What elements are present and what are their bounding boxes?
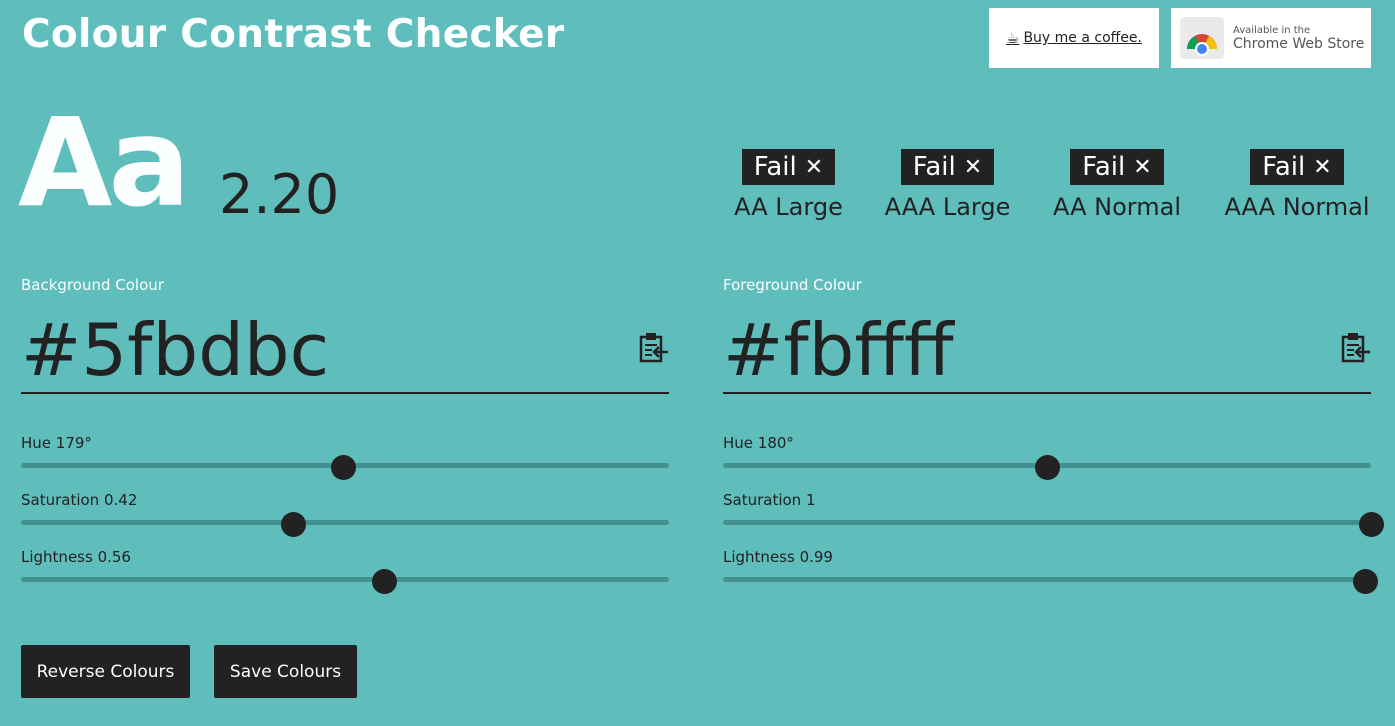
badge-aa-large: Fail ✕ AA Large — [734, 149, 843, 221]
contrast-ratio: 2.20 — [219, 163, 340, 226]
slider-label: Saturation 1 — [723, 491, 816, 509]
badge-label: AAA Normal — [1224, 193, 1370, 221]
close-icon: ✕ — [804, 154, 824, 180]
status-badge: Fail ✕ — [1070, 149, 1164, 185]
slider-label: Lightness 0.99 — [723, 548, 833, 566]
background-hex-input[interactable] — [21, 308, 581, 392]
foreground-label: Foreground Colour — [723, 276, 862, 294]
clipboard-paste-icon[interactable] — [639, 332, 669, 364]
slider-thumb[interactable] — [331, 455, 357, 480]
foreground-hue-slider[interactable]: Hue 180° — [723, 434, 1371, 491]
page-title: Colour Contrast Checker — [22, 12, 565, 57]
slider-label: Hue 179° — [21, 434, 92, 452]
close-icon: ✕ — [1133, 154, 1152, 180]
reverse-colours-button[interactable]: Reverse Colours — [21, 645, 190, 698]
chrome-web-store-badge[interactable]: Available in the Chrome Web Store — [1171, 8, 1371, 68]
status-text: Fail — [1262, 152, 1306, 182]
slider-label: Hue 180° — [723, 434, 794, 452]
clipboard-paste-icon[interactable] — [1341, 332, 1371, 364]
foreground-hex-input[interactable] — [723, 308, 1283, 392]
badge-label: AAA Large — [884, 193, 1011, 221]
status-badge: Fail ✕ — [900, 149, 995, 185]
status-text: Fail — [753, 152, 797, 182]
status-text: Fail — [1082, 152, 1126, 182]
chrome-small-text: Available in the — [1233, 24, 1311, 36]
chrome-big-text: Chrome Web Store — [1233, 35, 1365, 52]
status-text: Fail — [912, 152, 956, 182]
background-label: Background Colour — [21, 276, 164, 294]
background-saturation-slider[interactable]: Saturation 0.42 — [21, 491, 669, 548]
foreground-panel: Foreground Colour Hue 180° Saturation 1 … — [723, 276, 1384, 605]
background-lightness-slider[interactable]: Lightness 0.56 — [21, 548, 669, 605]
foreground-hex-row — [723, 308, 1371, 394]
badge-label: AA Large — [734, 193, 843, 221]
status-badge: Fail ✕ — [1250, 149, 1344, 185]
status-badge: Fail ✕ — [741, 149, 836, 185]
chrome-logo-icon — [1180, 17, 1224, 59]
slider-track[interactable] — [21, 520, 669, 525]
badge-aa-normal: Fail ✕ AA Normal — [1053, 149, 1181, 221]
slider-thumb[interactable] — [1352, 569, 1378, 594]
coffee-cup-icon: ☕ — [1006, 29, 1020, 47]
buy-coffee-link[interactable]: ☕ Buy me a coffee. — [989, 8, 1159, 68]
sample-text-preview: Aa — [18, 92, 191, 234]
foreground-saturation-slider[interactable]: Saturation 1 — [723, 491, 1384, 548]
badge-label: AA Normal — [1053, 193, 1181, 221]
close-icon: ✕ — [963, 154, 983, 180]
slider-thumb[interactable] — [371, 569, 397, 594]
background-panel: Background Colour Hue 179° Saturation 0.… — [21, 276, 669, 605]
foreground-lightness-slider[interactable]: Lightness 0.99 — [723, 548, 1378, 605]
badge-aaa-normal: Fail ✕ AAA Normal — [1224, 149, 1370, 221]
slider-track[interactable] — [21, 577, 669, 582]
slider-label: Lightness 0.56 — [21, 548, 131, 566]
slider-thumb[interactable] — [1359, 512, 1384, 537]
slider-track[interactable] — [723, 577, 1371, 582]
background-hue-slider[interactable]: Hue 179° — [21, 434, 669, 491]
badge-aaa-large: Fail ✕ AAA Large — [885, 149, 1010, 221]
save-colours-button[interactable]: Save Colours — [214, 645, 357, 698]
buy-coffee-label: Buy me a coffee. — [1023, 30, 1142, 46]
slider-track[interactable] — [723, 520, 1371, 525]
slider-thumb[interactable] — [281, 512, 307, 537]
background-hex-row — [21, 308, 669, 394]
close-icon: ✕ — [1313, 154, 1332, 180]
slider-thumb[interactable] — [1035, 455, 1060, 480]
slider-label: Saturation 0.42 — [21, 491, 138, 509]
